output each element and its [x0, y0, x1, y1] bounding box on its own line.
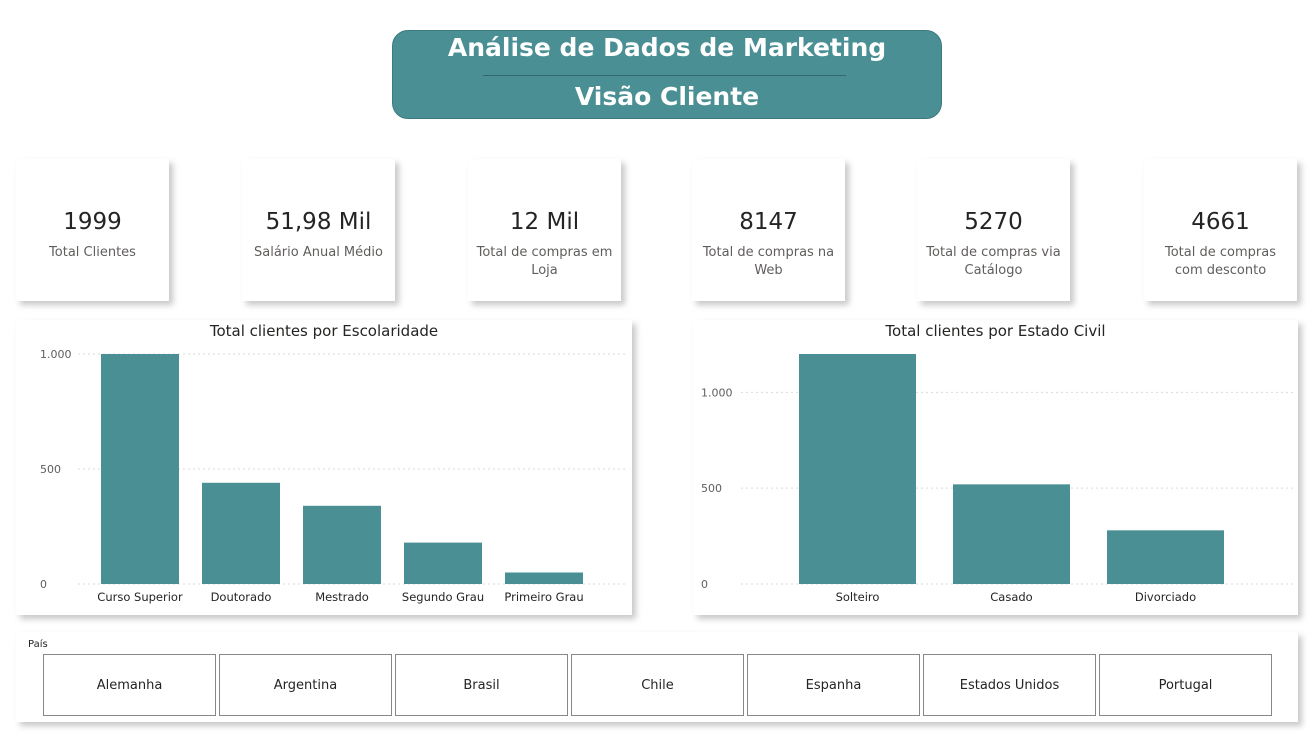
- kpi-label: Total de compras em Loja: [476, 245, 613, 278]
- x-tick-label: Primeiro Grau: [504, 590, 583, 604]
- x-tick-label: Doutorado: [211, 590, 272, 604]
- x-tick-label: Mestrado: [315, 590, 369, 604]
- kpi-value: 4661: [1191, 209, 1250, 235]
- kpi-card-compras-loja[interactable]: 12 Mil Total de compras em Loja: [468, 159, 621, 301]
- bar-segundo-grau[interactable]: [404, 542, 482, 584]
- kpi-label: Salário Anual Médio: [254, 245, 383, 260]
- kpi-card-salario-anual-medio[interactable]: 51,98 Mil Salário Anual Médio: [242, 159, 395, 301]
- kpi-value: 5270: [964, 209, 1023, 235]
- kpi-value: 51,98 Mil: [265, 209, 372, 235]
- x-tick-label: Solteiro: [836, 590, 880, 604]
- y-tick-label: 0: [701, 578, 708, 591]
- y-tick-label: 1.000: [40, 348, 72, 361]
- slicer-option-alemanha[interactable]: Alemanha: [43, 654, 216, 716]
- chart-estado-civil-panel[interactable]: Total clientes por Estado Civil 0 500 1.00…: [693, 320, 1298, 615]
- slicer-option-brasil[interactable]: Brasil: [395, 654, 568, 716]
- x-tick-label: Curso Superior: [97, 590, 183, 604]
- y-tick-label: 1.000: [701, 386, 733, 399]
- bar-solteiro[interactable]: [799, 354, 916, 584]
- bar-primeiro-grau[interactable]: [505, 572, 583, 585]
- chart-estado-civil: 0 500 1.000 Solteiro Casado Divorciado: [701, 354, 1293, 604]
- kpi-label: Total de compras na Web: [702, 245, 835, 278]
- slicer-option-portugal[interactable]: Portugal: [1099, 654, 1272, 716]
- pais-slicer: País Alemanha Argentina Brasil Chile Esp…: [16, 632, 1298, 722]
- slicer-title: País: [28, 639, 48, 650]
- kpi-card-compras-catalogo[interactable]: 5270 Total de compras via Catálogo: [917, 159, 1070, 301]
- report-title: Análise de Dados de Marketing: [447, 33, 887, 62]
- slicer-option-argentina[interactable]: Argentina: [219, 654, 392, 716]
- kpi-value: 8147: [739, 209, 798, 235]
- title-divider: [483, 75, 846, 76]
- kpi-card-compras-desconto[interactable]: 4661 Total de compras com desconto: [1144, 159, 1297, 301]
- kpi-card-total-clientes[interactable]: 1999 Total Clientes: [16, 159, 169, 301]
- kpi-label: Total de compras via Catálogo: [926, 245, 1061, 278]
- bar-casado[interactable]: [953, 484, 1070, 584]
- y-tick-label: 500: [40, 463, 61, 476]
- kpi-value: 12 Mil: [509, 209, 580, 235]
- x-tick-label: Casado: [990, 590, 1032, 604]
- kpi-label: Total de compras com desconto: [1165, 245, 1276, 278]
- kpi-value: 1999: [63, 209, 122, 235]
- bar-mestrado[interactable]: [303, 505, 381, 584]
- bar-divorciado[interactable]: [1107, 530, 1224, 584]
- slicer-option-estados-unidos[interactable]: Estados Unidos: [923, 654, 1096, 716]
- report-subtitle: Visão Cliente: [574, 82, 760, 111]
- chart-escolaridade: 0 500 1.000 Curso Superior Doutorado Mestrado…: [40, 348, 628, 604]
- y-tick-label: 0: [40, 578, 47, 591]
- kpi-label: Total Clientes: [49, 245, 136, 260]
- kpi-card-compras-web[interactable]: 8147 Total de compras na Web: [692, 159, 845, 301]
- x-tick-label: Segundo Grau: [402, 590, 484, 604]
- y-tick-label: 500: [701, 482, 722, 495]
- report-title-banner: Análise de Dados de Marketing Visão Clie…: [392, 30, 942, 119]
- x-tick-label: Divorciado: [1135, 590, 1196, 604]
- chart-escolaridade-panel[interactable]: Total clientes por Escolaridade 0 500 1.00…: [16, 320, 632, 615]
- bar-doutorado[interactable]: [202, 482, 280, 584]
- slicer-option-chile[interactable]: Chile: [571, 654, 744, 716]
- slicer-option-espanha[interactable]: Espanha: [747, 654, 920, 716]
- bar-curso-superior[interactable]: [101, 354, 179, 584]
